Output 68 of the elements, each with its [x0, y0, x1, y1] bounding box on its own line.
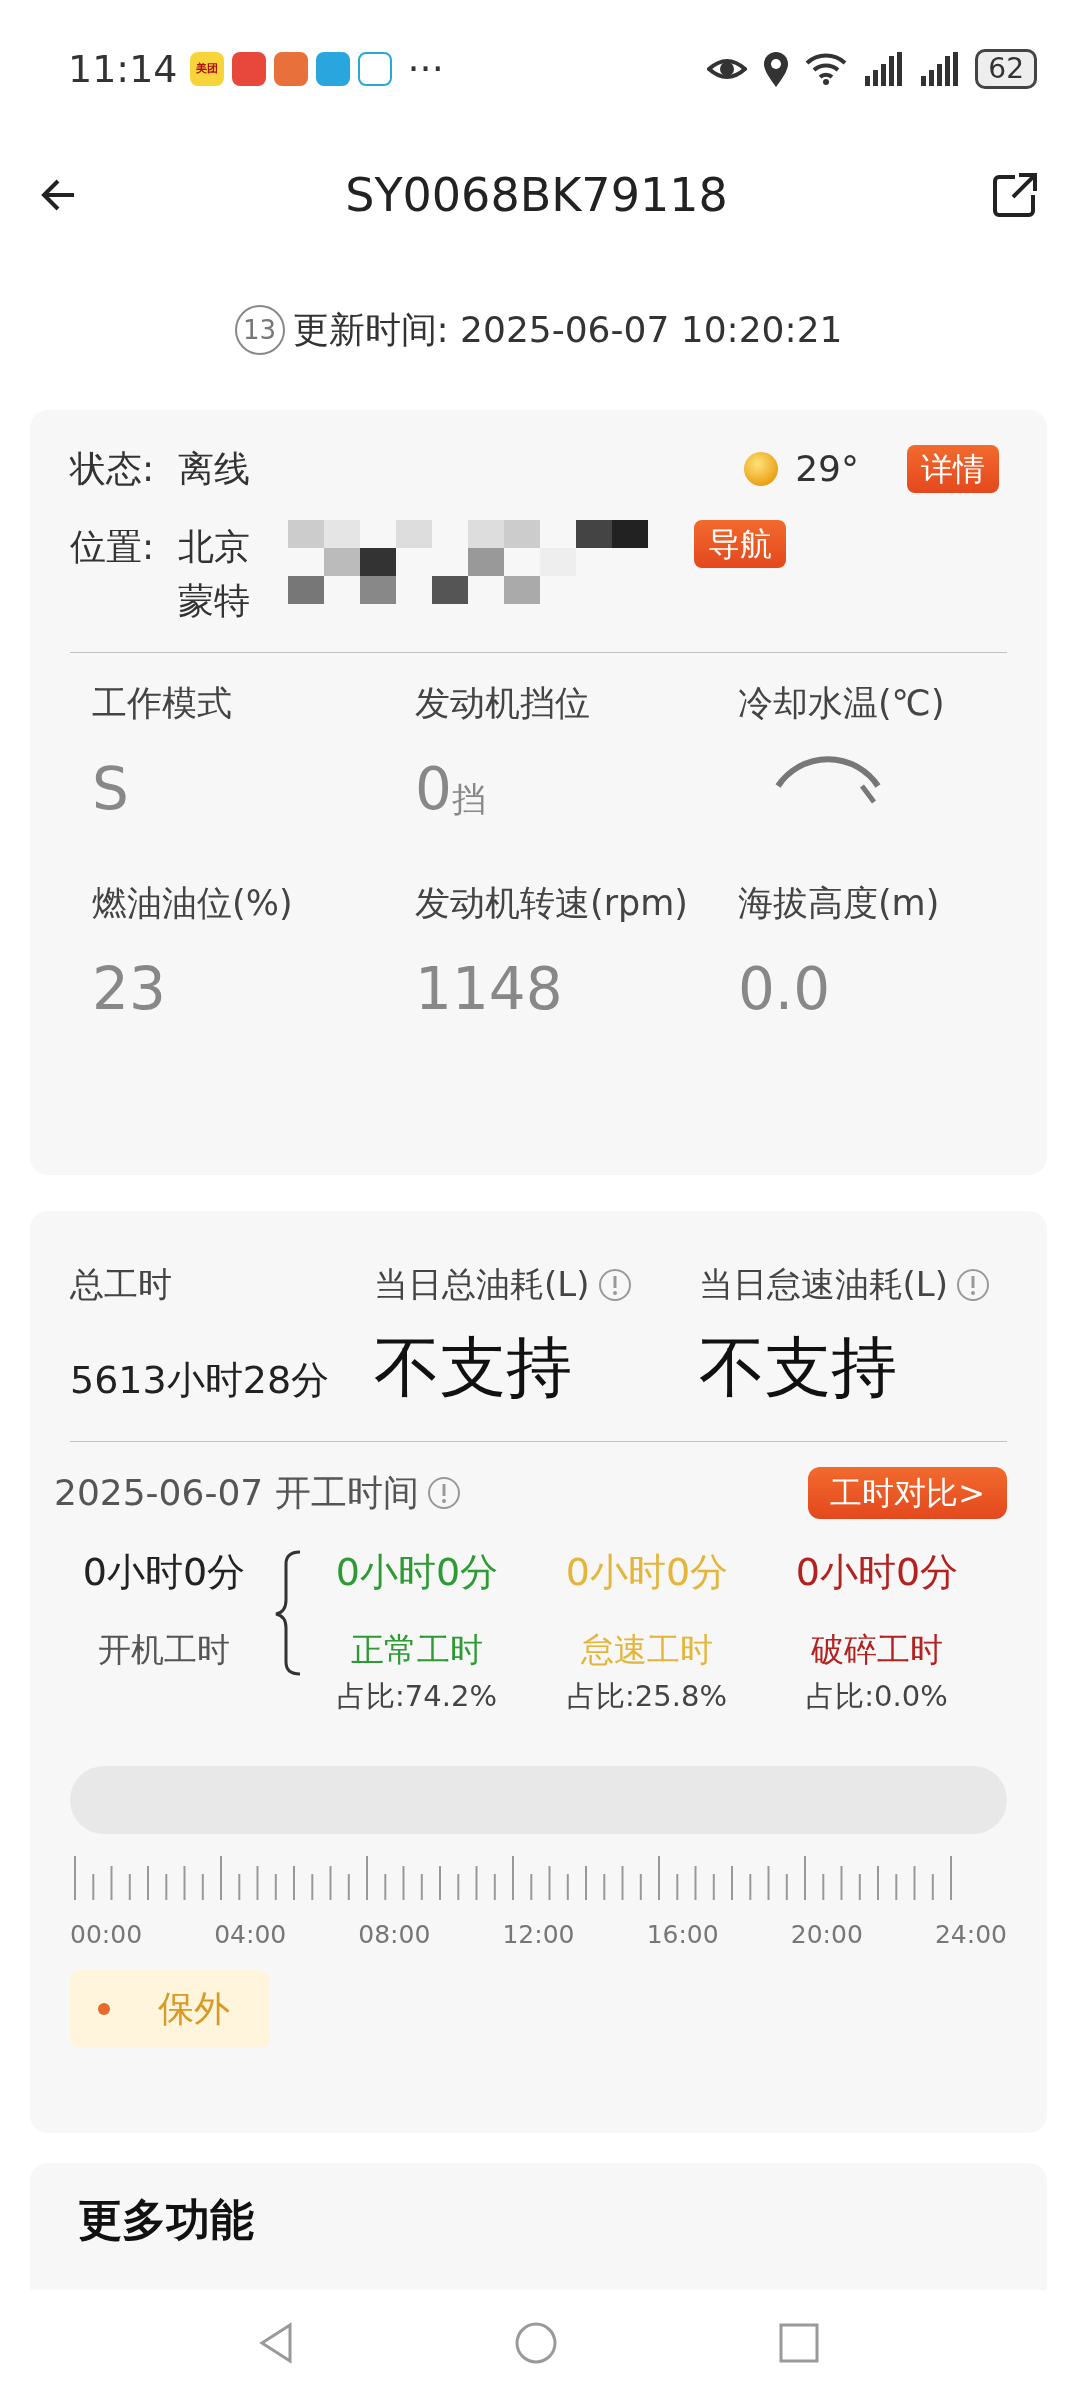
- countdown-badge: 13: [234, 305, 285, 355]
- section-title: 更多功能: [78, 2193, 254, 2247]
- date-title: 2025-06-07 开工时间: [54, 1471, 419, 1515]
- wifi-icon: [805, 51, 848, 87]
- time-label: 00:00: [70, 1919, 143, 1951]
- home-nav-icon[interactable]: [513, 2321, 558, 2365]
- info-icon[interactable]: [597, 1267, 632, 1302]
- metric-value: S: [92, 753, 129, 825]
- more-notifications: ···: [407, 45, 444, 93]
- location-label: 位置:: [70, 525, 155, 569]
- hours-label: 正常工时: [351, 1629, 483, 1671]
- update-time: 更新时间: 2025-06-07 10:20:21: [292, 308, 843, 352]
- signal-icon: [919, 52, 960, 86]
- page-title: SY0068BK79118: [344, 166, 729, 224]
- on-time-label: 开机工时: [98, 1629, 230, 1671]
- legend-label: 保外: [158, 1986, 230, 2031]
- sun-icon: [743, 451, 780, 487]
- status-time: 11:14: [68, 45, 178, 93]
- time-label: 04:00: [214, 1919, 287, 1951]
- time-label: 24:00: [934, 1919, 1007, 1951]
- navigate-button[interactable]: 导航: [694, 520, 787, 568]
- share-text: 占比:25.8%: [567, 1677, 727, 1715]
- info-icon[interactable]: [426, 1476, 461, 1510]
- temperature: 29°: [795, 447, 859, 491]
- time-label: 20:00: [790, 1919, 863, 1951]
- hours-value: 0小时0分: [795, 1549, 959, 1596]
- share-text: 占比:74.2%: [337, 1677, 497, 1715]
- metric-value: 不支持: [698, 1328, 898, 1408]
- time-label: 16:00: [646, 1919, 719, 1951]
- share-button[interactable]: [993, 173, 1037, 217]
- metric-label: 发动机转速(rpm): [415, 882, 689, 925]
- metric-label: 燃油油位(%): [92, 882, 294, 925]
- metric-value: 不支持: [374, 1328, 574, 1408]
- time-label: 08:00: [358, 1919, 431, 1951]
- metric-label: 工作模式: [92, 682, 233, 725]
- hours-value: 0小时0分: [335, 1549, 499, 1596]
- metric-value: 0.0: [737, 953, 831, 1025]
- share-text: 占比:0.0%: [806, 1677, 948, 1715]
- back-nav-icon[interactable]: [257, 2321, 294, 2365]
- battery-level: 62: [975, 49, 1037, 89]
- compare-button[interactable]: 工时对比>: [808, 1467, 1007, 1519]
- brace-icon: [274, 1550, 302, 1676]
- metric-value: 0: [415, 753, 452, 825]
- app-icon: 美团: [189, 52, 224, 86]
- status-value: 离线: [178, 447, 251, 491]
- on-time-value: 0小时0分: [82, 1549, 246, 1596]
- metric-value: 1148: [415, 953, 563, 1025]
- hours-label: 怠速工时: [581, 1629, 713, 1671]
- time-label: 12:00: [502, 1919, 575, 1951]
- metric-value: 23: [92, 953, 166, 1025]
- metric-label: 当日总油耗(L): [374, 1263, 590, 1306]
- recents-nav-icon[interactable]: [777, 2322, 820, 2364]
- hours-label: 破碎工时: [811, 1629, 943, 1671]
- metric-label: 海拔高度(m): [737, 882, 941, 925]
- info-icon[interactable]: [956, 1267, 991, 1302]
- metric-value: 5613小时28分: [70, 1357, 331, 1404]
- status-label: 状态:: [70, 447, 155, 491]
- location-text: 北京: [178, 526, 251, 567]
- location-icon: [763, 51, 790, 87]
- hours-value: 0小时0分: [565, 1549, 729, 1596]
- signal-icon: [863, 52, 904, 86]
- metric-label: 当日怠速油耗(L): [698, 1263, 949, 1306]
- metric-label: 发动机挡位: [415, 682, 591, 725]
- location-text: 蒙特: [178, 580, 251, 621]
- metric-unit: 挡: [451, 778, 486, 821]
- metric-label: 总工时: [70, 1263, 172, 1306]
- detail-button[interactable]: 详情: [907, 445, 999, 493]
- metric-label: 冷却水温(℃): [737, 682, 946, 725]
